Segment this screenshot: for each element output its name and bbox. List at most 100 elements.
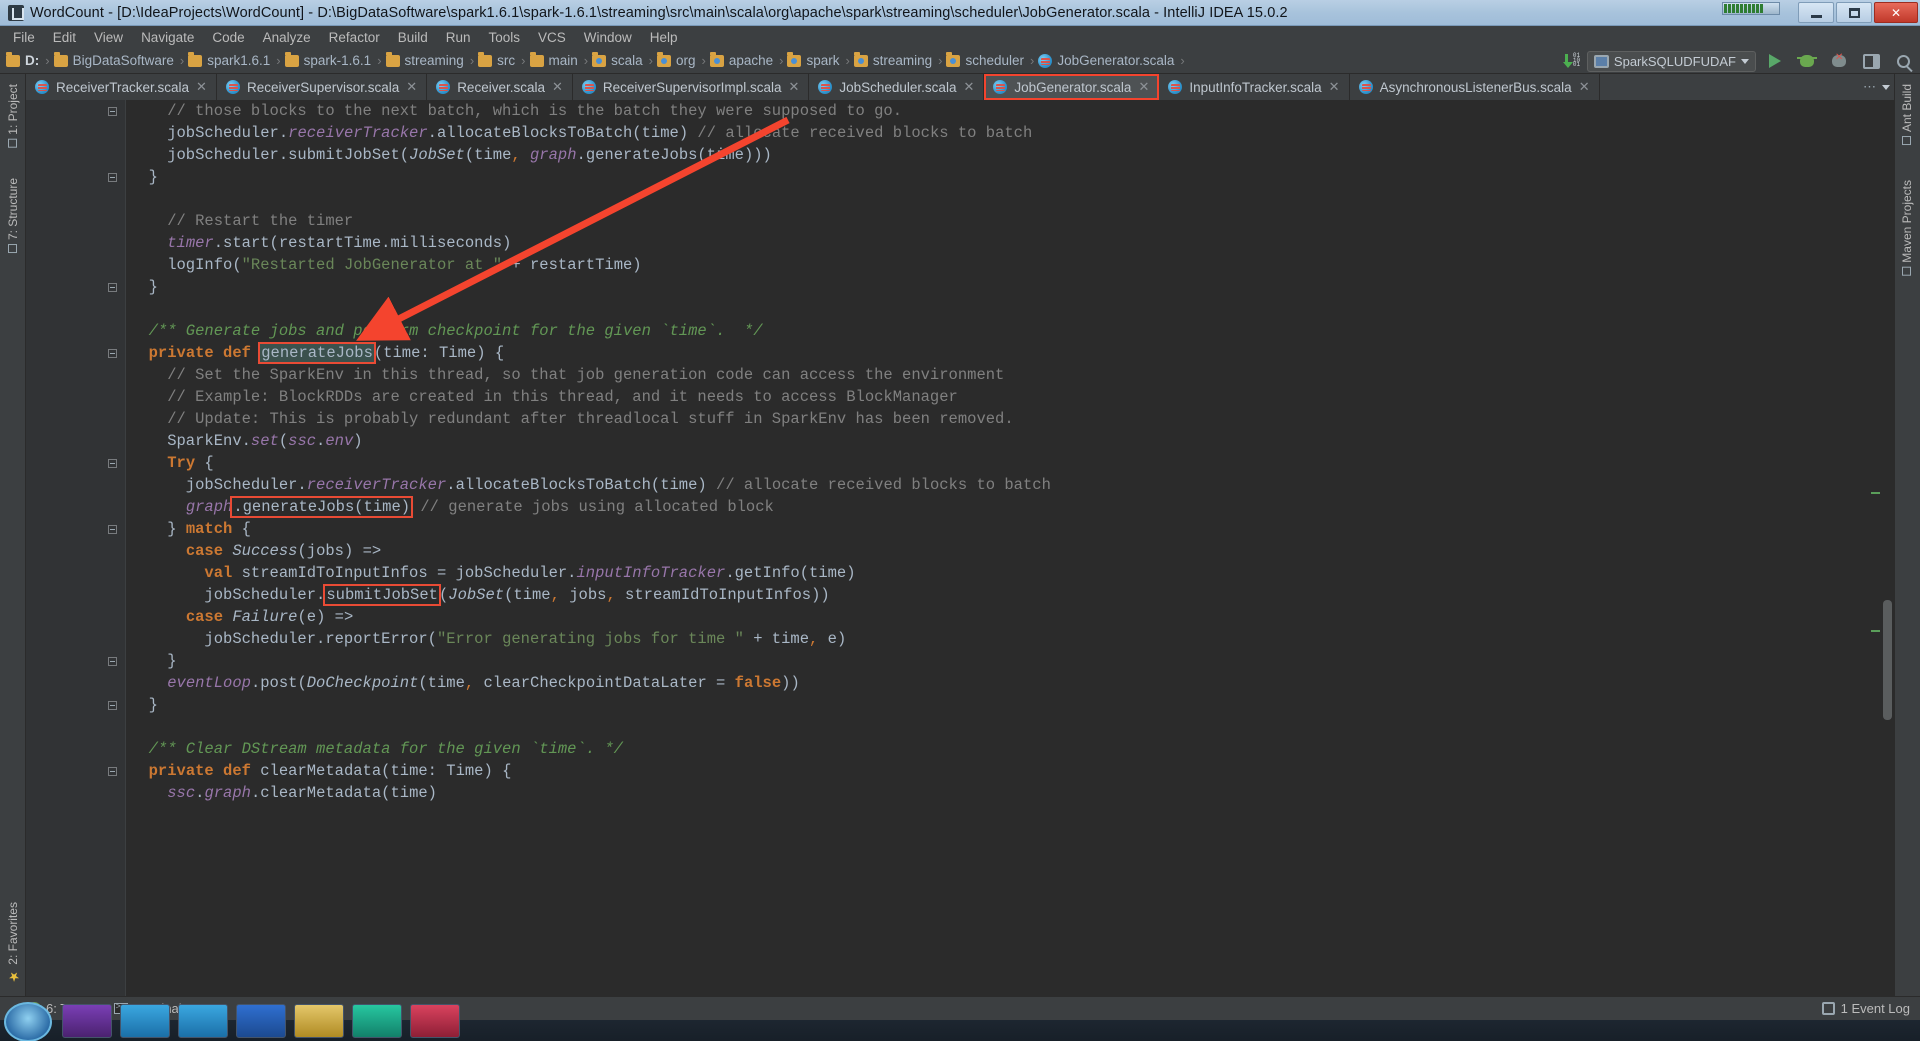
- stop-debug-button[interactable]: [1826, 49, 1852, 73]
- breadcrumb-item-spark[interactable]: spark: [785, 51, 843, 68]
- run-configuration-selector[interactable]: SparkSQLUDFUDAF: [1586, 50, 1756, 72]
- code-text[interactable]: jobScheduler.receiverTracker.allocateBlo…: [122, 474, 1051, 496]
- menu-navigate[interactable]: Navigate: [132, 28, 203, 47]
- layout-button[interactable]: [1858, 49, 1884, 73]
- event-log-button[interactable]: 1 Event Log: [1821, 1001, 1910, 1016]
- code-fold-toggle[interactable]: [102, 170, 122, 184]
- menu-build[interactable]: Build: [389, 28, 437, 47]
- code-text[interactable]: }: [122, 166, 158, 188]
- taskbar-app-7[interactable]: [410, 1004, 460, 1038]
- run-button[interactable]: [1762, 49, 1788, 73]
- close-button[interactable]: ✕: [1874, 2, 1918, 23]
- code-text[interactable]: eventLoop.post(DoCheckpoint(time, clearC…: [122, 672, 800, 694]
- code-fold-toggle[interactable]: [102, 764, 122, 778]
- breadcrumb-item-d-[interactable]: D:: [4, 51, 43, 68]
- close-icon[interactable]: ✕: [1579, 79, 1590, 95]
- tab-receiver-scala[interactable]: Receiver.scala ✕: [427, 74, 573, 100]
- code-text[interactable]: logInfo("Restarted JobGenerator at " + r…: [122, 254, 641, 276]
- taskbar-app-2[interactable]: [120, 1004, 170, 1038]
- editor-vertical-scrollbar[interactable]: [1881, 100, 1894, 996]
- close-icon[interactable]: ✕: [552, 79, 563, 95]
- debug-button[interactable]: [1794, 49, 1820, 73]
- taskbar-app-4[interactable]: [236, 1004, 286, 1038]
- breadcrumb-item-streaming[interactable]: streaming: [384, 51, 468, 68]
- breadcrumb-item-apache[interactable]: apache: [708, 51, 777, 68]
- menu-tools[interactable]: Tools: [480, 28, 530, 47]
- search-button[interactable]: [1890, 49, 1916, 73]
- sidebar-item-ant-build[interactable]: Ant Build: [1894, 78, 1920, 151]
- editor-gutter[interactable]: [26, 100, 126, 996]
- sidebar-item-project[interactable]: 1: Project: [0, 78, 26, 154]
- tab-asynchronouslistenerbus-scala[interactable]: AsynchronousListenerBus.scala ✕: [1350, 74, 1600, 100]
- code-text[interactable]: }: [122, 694, 158, 716]
- code-fold-toggle[interactable]: [102, 104, 122, 118]
- code-text[interactable]: private def generateJobs(time: Time) {: [122, 342, 504, 364]
- code-text[interactable]: Try {: [122, 452, 214, 474]
- maximize-button[interactable]: [1836, 2, 1872, 23]
- tab-inputinfotracker-scala[interactable]: InputInfoTracker.scala ✕: [1159, 74, 1350, 100]
- close-icon[interactable]: ✕: [1138, 79, 1149, 95]
- code-text[interactable]: /** Generate jobs and perform checkpoint…: [122, 320, 763, 342]
- code-text[interactable]: // Example: BlockRDDs are created in thi…: [122, 386, 958, 408]
- code-text[interactable]: val streamIdToInputInfos = jobScheduler.…: [122, 562, 855, 584]
- code-text[interactable]: jobScheduler.submitJobSet(JobSet(time, g…: [122, 144, 772, 166]
- menu-refactor[interactable]: Refactor: [320, 28, 389, 47]
- code-text[interactable]: timer.start(restartTime.milliseconds): [122, 232, 511, 254]
- breadcrumb-item-jobgenerator-scala[interactable]: JobGenerator.scala: [1036, 53, 1178, 68]
- code-text[interactable]: } match {: [122, 518, 251, 540]
- menu-window[interactable]: Window: [575, 28, 641, 47]
- code-fold-toggle[interactable]: [102, 654, 122, 668]
- tab-receiversupervisor-scala[interactable]: ReceiverSupervisor.scala ✕: [217, 74, 428, 100]
- breadcrumb-item-src[interactable]: src: [476, 51, 519, 68]
- breadcrumb-item-scheduler[interactable]: scheduler: [944, 51, 1028, 68]
- menu-view[interactable]: View: [85, 28, 132, 47]
- close-icon[interactable]: ✕: [406, 79, 417, 95]
- code-text[interactable]: /** Clear DStream metadata for the given…: [122, 738, 623, 760]
- code-text[interactable]: jobScheduler.reportError("Error generati…: [122, 628, 846, 650]
- scrollbar-thumb[interactable]: [1883, 600, 1892, 720]
- code-text[interactable]: jobScheduler.submitJobSet(JobSet(time, j…: [122, 584, 830, 606]
- code-text[interactable]: }: [122, 650, 176, 672]
- code-fold-toggle[interactable]: [102, 522, 122, 536]
- code-text[interactable]: // Restart the timer: [122, 210, 353, 232]
- taskbar-app-3[interactable]: [178, 1004, 228, 1038]
- code-text[interactable]: case Success(jobs) =>: [122, 540, 381, 562]
- taskbar-app-5[interactable]: [294, 1004, 344, 1038]
- breadcrumb-item-org[interactable]: org: [655, 51, 700, 68]
- code-text[interactable]: private def clearMetadata(time: Time) {: [122, 760, 512, 782]
- code-text[interactable]: case Failure(e) =>: [122, 606, 353, 628]
- breadcrumb-item-streaming[interactable]: streaming: [852, 51, 936, 68]
- tabbar-overflow[interactable]: ⋯: [1863, 74, 1894, 100]
- close-icon[interactable]: ✕: [963, 79, 974, 95]
- update-project-icon[interactable]: 01 10 01: [1562, 53, 1581, 69]
- code-text[interactable]: // Set the SparkEnv in this thread, so t…: [122, 364, 1004, 386]
- breadcrumb-item-spark-1-6-1[interactable]: spark-1.6.1: [283, 51, 376, 68]
- sidebar-item-maven-projects[interactable]: Maven Projects: [1894, 174, 1920, 282]
- breadcrumb-item-scala[interactable]: scala: [590, 51, 647, 68]
- minimize-button[interactable]: [1798, 2, 1834, 23]
- menu-vcs[interactable]: VCS: [529, 28, 575, 47]
- taskbar-app-1[interactable]: [62, 1004, 112, 1038]
- code-text[interactable]: graph.generateJobs(time) // generate job…: [122, 496, 774, 518]
- menu-edit[interactable]: Edit: [44, 28, 85, 47]
- menu-analyze[interactable]: Analyze: [254, 28, 320, 47]
- code-text[interactable]: }: [122, 276, 158, 298]
- taskbar-app-6[interactable]: [352, 1004, 402, 1038]
- close-icon[interactable]: ✕: [196, 79, 207, 95]
- tab-jobgenerator-scala[interactable]: JobGenerator.scala ✕: [984, 74, 1160, 100]
- sidebar-item-structure[interactable]: 7: Structure: [0, 172, 26, 259]
- menu-code[interactable]: Code: [203, 28, 253, 47]
- code-text[interactable]: SparkEnv.set(ssc.env): [122, 430, 362, 452]
- code-fold-toggle[interactable]: [102, 456, 122, 470]
- code-text[interactable]: // those blocks to the next batch, which…: [122, 100, 902, 122]
- breadcrumb-item-bigdatasoftware[interactable]: BigDataSoftware: [52, 51, 178, 68]
- menu-file[interactable]: File: [4, 28, 44, 47]
- code-fold-toggle[interactable]: [102, 346, 122, 360]
- menu-run[interactable]: Run: [437, 28, 480, 47]
- tab-receiversupervisorimpl-scala[interactable]: ReceiverSupervisorImpl.scala ✕: [573, 74, 810, 100]
- breadcrumb-item-spark1-6-1[interactable]: spark1.6.1: [186, 51, 274, 68]
- close-icon[interactable]: ✕: [788, 79, 799, 95]
- close-icon[interactable]: ✕: [1329, 79, 1340, 95]
- tab-jobscheduler-scala[interactable]: JobScheduler.scala ✕: [809, 74, 985, 100]
- breadcrumb-item-main[interactable]: main: [528, 51, 582, 68]
